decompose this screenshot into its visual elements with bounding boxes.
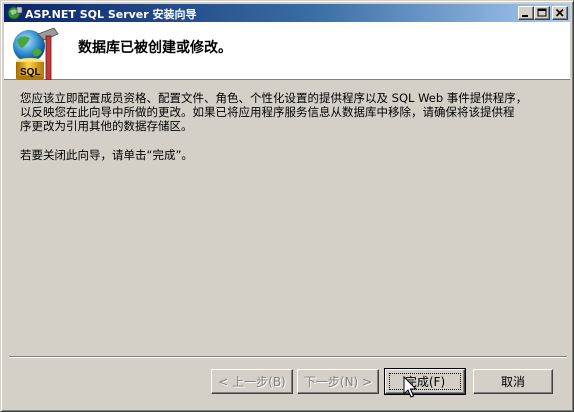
app-icon bbox=[7, 6, 23, 20]
page-title: 数据库已被创建或修改。 bbox=[78, 40, 232, 56]
cancel-button[interactable]: 取消 bbox=[473, 369, 553, 394]
message-line-2: 以反映您在此向导中所做的更改。如果已将应用程序服务信息从数据库中移除，请确保将该… bbox=[20, 105, 515, 119]
message-line-3: 序更改为引用其他的数据存储区。 bbox=[20, 119, 193, 133]
back-button[interactable]: < 上一步(B) bbox=[211, 369, 293, 394]
minimize-icon bbox=[522, 15, 528, 17]
focus-rectangle bbox=[389, 373, 461, 390]
mouse-cursor-icon bbox=[403, 376, 417, 398]
window-title: ASP.NET SQL Server 安装向导 bbox=[25, 8, 197, 21]
maximize-button[interactable] bbox=[534, 6, 550, 20]
close-icon bbox=[555, 8, 564, 17]
minimize-button[interactable] bbox=[518, 6, 534, 20]
sql-server-icon: SQL bbox=[13, 27, 59, 80]
finish-button[interactable]: 完成(F) bbox=[384, 368, 466, 395]
sql-badge-text: SQL bbox=[20, 67, 41, 78]
wizard-header: SQL 数据库已被创建或修改。 bbox=[4, 22, 570, 80]
title-bar[interactable]: ASP.NET SQL Server 安装向导 bbox=[4, 4, 570, 22]
maximize-icon bbox=[537, 8, 547, 17]
wizard-message: 您应该立即配置成员资格、配置文件、角色、个性化设置的提供程序以及 SQL Web… bbox=[20, 91, 560, 162]
finish-instruction: 若要关闭此向导，请单击“完成”。 bbox=[20, 148, 193, 162]
close-button[interactable] bbox=[552, 6, 568, 20]
button-separator bbox=[9, 356, 567, 358]
next-button[interactable]: 下一步(N) > bbox=[297, 369, 379, 394]
message-line-1: 您应该立即配置成员资格、配置文件、角色、个性化设置的提供程序以及 SQL Web… bbox=[20, 91, 528, 105]
wizard-window: ASP.NET SQL Server 安装向导 SQL 数据库已被创建或修改。 … bbox=[0, 0, 574, 412]
